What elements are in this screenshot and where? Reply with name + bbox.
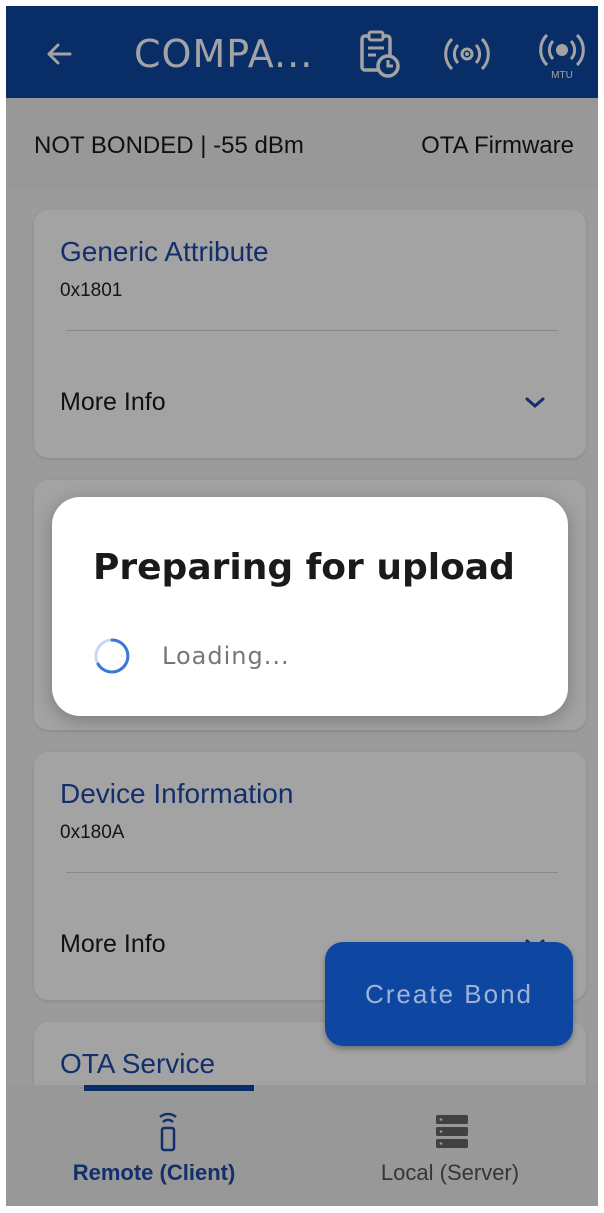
connection-status-bar: NOT BONDED | -55 dBm OTA Firmware xyxy=(6,98,598,190)
tab-label: Remote (Client) xyxy=(72,1160,236,1185)
remote-icon xyxy=(159,1112,177,1152)
bottom-navigation: Remote (Client) Local (Server) xyxy=(6,1085,598,1206)
mtu-label: MTU xyxy=(551,70,573,80)
loading-message: Loading... xyxy=(162,642,290,670)
device-title: COMPA... xyxy=(134,32,314,76)
arrow-back-icon[interactable] xyxy=(40,34,80,74)
service-uuid: 0x180A xyxy=(60,822,125,843)
tab-label: Local (Server) xyxy=(380,1160,520,1185)
mtu-broadcast-icon[interactable]: MTU xyxy=(538,28,586,80)
dialog-title: Preparing for upload xyxy=(93,547,515,588)
clipboard-clock-icon[interactable] xyxy=(354,28,402,80)
more-info-label[interactable]: More Info xyxy=(60,930,166,959)
card-divider xyxy=(66,330,558,331)
card-divider xyxy=(66,872,558,873)
signal-broadcast-icon[interactable] xyxy=(443,28,491,80)
service-name: Generic Attribute xyxy=(60,236,269,267)
app-bar: COMPA... MTU xyxy=(6,6,598,98)
chevron-down-icon[interactable] xyxy=(524,396,546,410)
service-uuid: 0x1801 xyxy=(60,280,123,301)
service-name: OTA Service xyxy=(60,1048,216,1079)
bond-status: NOT BONDED | -55 dBm xyxy=(34,132,304,159)
more-info-label[interactable]: More Info xyxy=(60,388,166,417)
progress-dialog: Preparing for upload Loading... xyxy=(52,497,568,716)
service-card[interactable]: Generic Attribute 0x1801 More Info xyxy=(34,210,586,458)
create-bond-button[interactable]: Create Bond xyxy=(325,942,573,1046)
service-name: Device Information xyxy=(60,778,294,809)
server-icon xyxy=(436,1115,468,1148)
tab-local-server[interactable]: Local (Server) xyxy=(302,1085,598,1206)
ota-firmware-button[interactable]: OTA Firmware xyxy=(421,132,574,160)
active-tab-indicator xyxy=(84,1085,254,1091)
loading-spinner-icon xyxy=(94,638,130,674)
tab-remote-client[interactable]: Remote (Client) xyxy=(6,1085,302,1206)
